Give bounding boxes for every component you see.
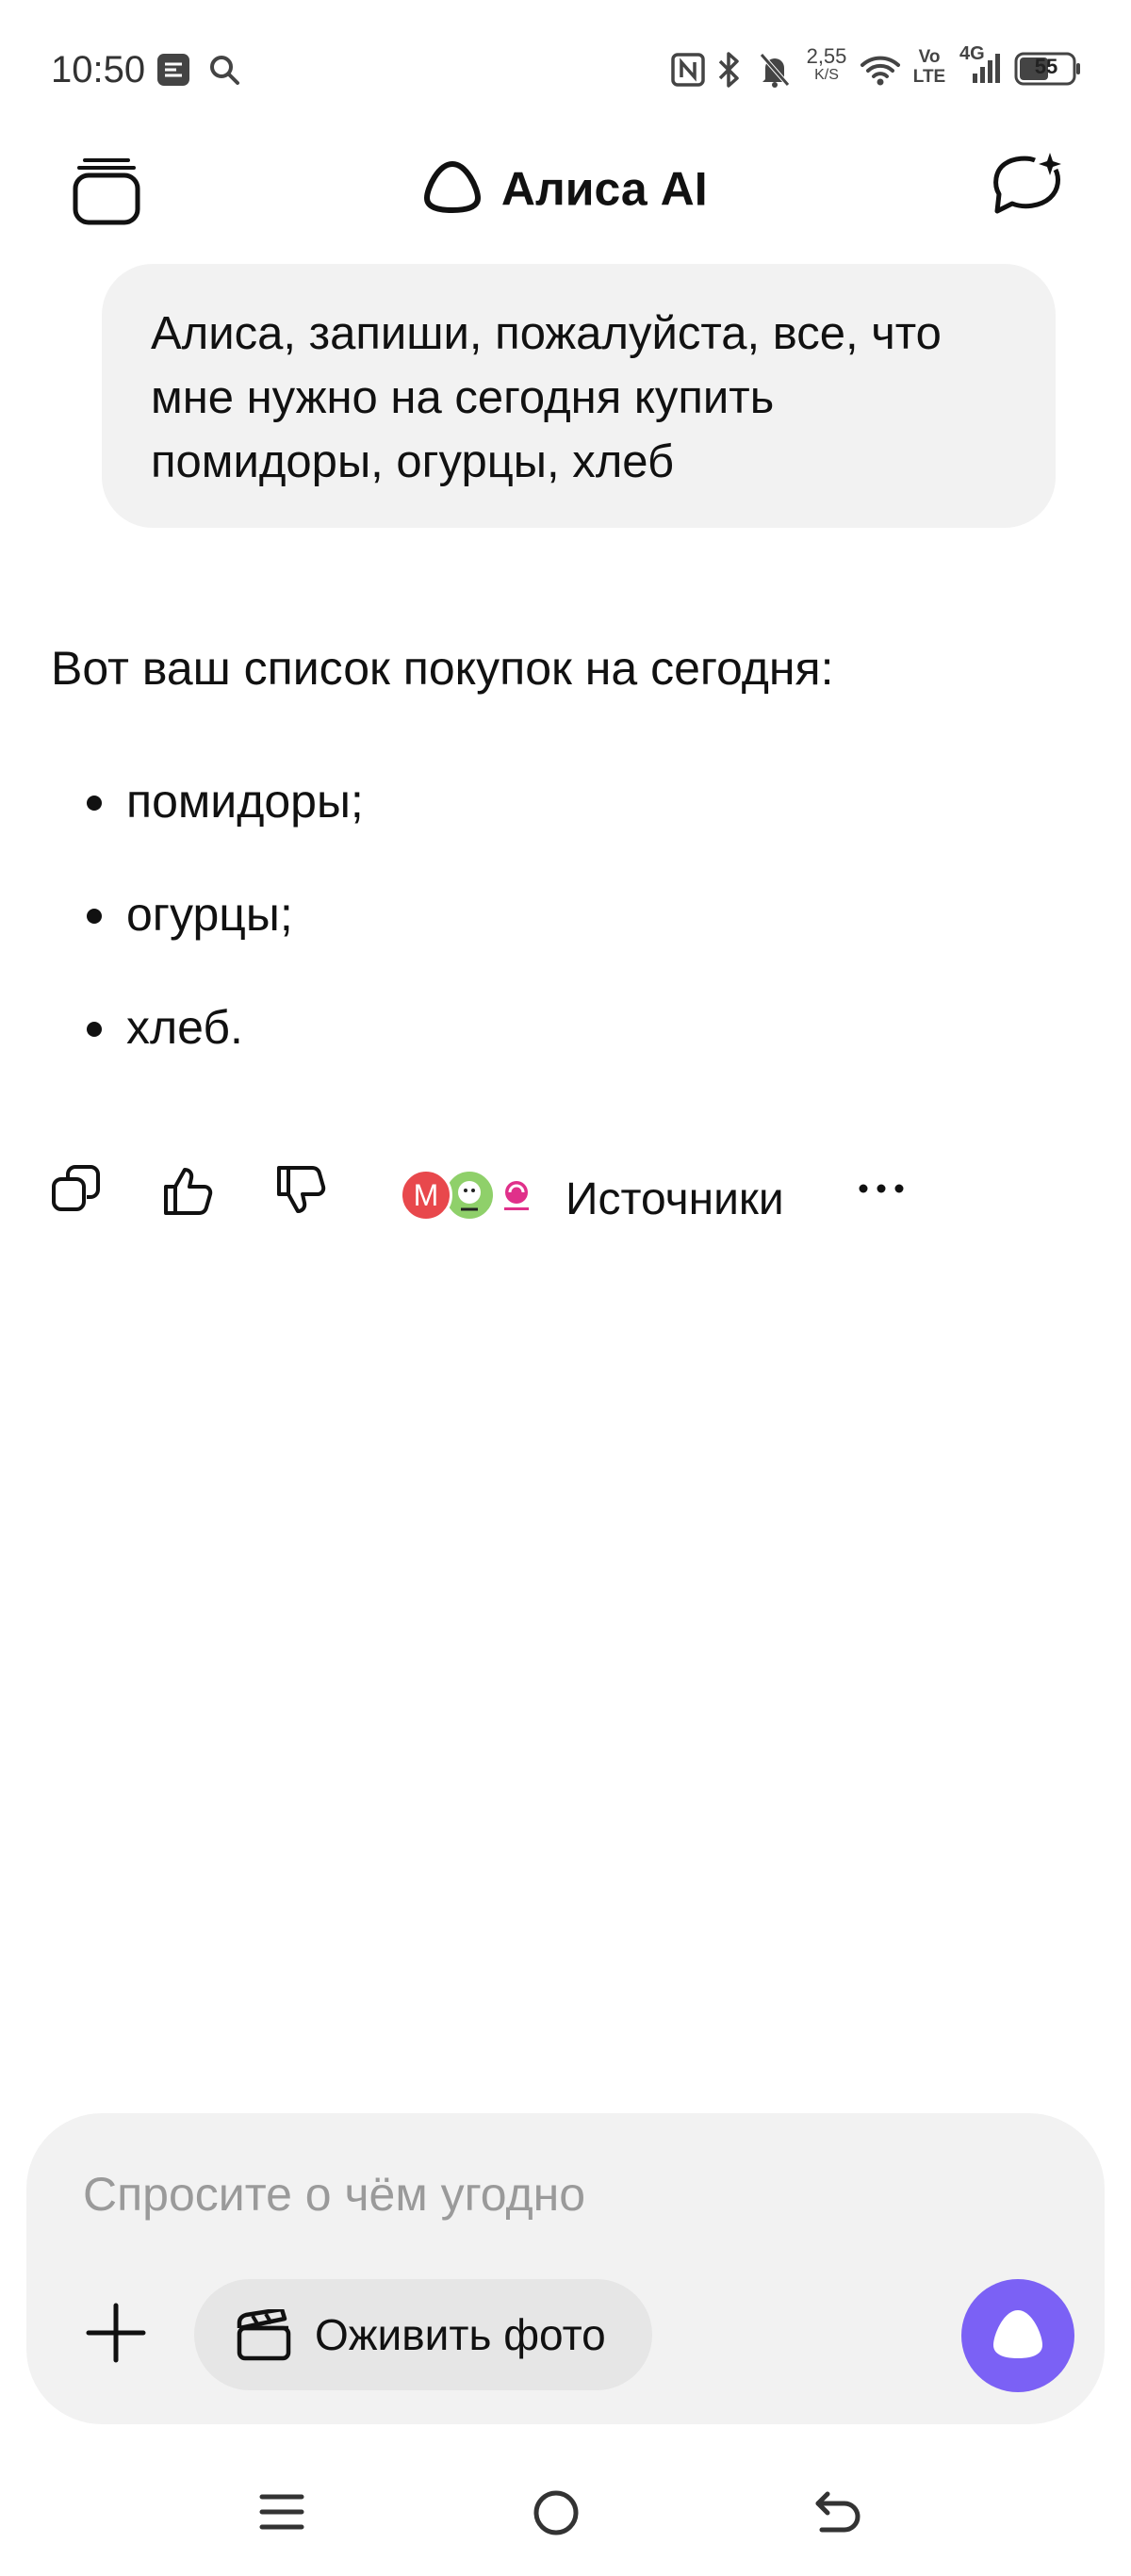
thumbs-up-icon[interactable] — [162, 1164, 215, 1222]
bullet-icon — [87, 909, 102, 924]
animate-photo-button[interactable]: Оживить фото — [194, 2279, 652, 2390]
assistant-intro-text: Вот ваш список покупок на сегодня: — [51, 642, 834, 695]
list-item-text: помидоры; — [126, 775, 364, 828]
thumbs-down-icon[interactable] — [275, 1164, 328, 1222]
animate-photo-label: Оживить фото — [315, 2310, 606, 2359]
bullet-icon — [87, 1022, 102, 1037]
header-title-group: Алиса AI — [0, 160, 1131, 218]
list-item-text: огурцы; — [126, 888, 293, 941]
bullet-icon — [87, 796, 102, 811]
app-screen: 10:50 2,55 K/S Vo LTE 4G 55 Алиса AI Али… — [0, 0, 1131, 2576]
list-item: хлеб. — [51, 999, 364, 1112]
status-time: 10:50 — [51, 49, 146, 90]
source-avatar-1: M — [400, 1169, 452, 1222]
page-title: Алиса AI — [500, 162, 708, 216]
nfc-icon — [671, 53, 705, 91]
bluetooth-icon — [714, 51, 745, 93]
clapperboard-icon — [236, 2306, 292, 2367]
signal-icon — [959, 53, 1001, 90]
net-speed-unit: K/S — [814, 67, 839, 83]
home-icon[interactable] — [532, 2488, 581, 2542]
new-chat-icon[interactable] — [992, 149, 1069, 229]
more-icon[interactable] — [858, 1181, 905, 1201]
volte-bottom: LTE — [912, 67, 946, 87]
add-attachment-icon[interactable] — [83, 2300, 149, 2366]
battery-level: 55 — [1034, 55, 1058, 78]
source-avatar-3 — [490, 1169, 543, 1222]
user-message-text: Алиса, запиши, пожалуйста, все, что мне … — [151, 308, 942, 487]
net-speed-value: 2,55 — [806, 44, 847, 68]
menu-icon[interactable] — [258, 2488, 305, 2540]
search-icon — [207, 53, 241, 91]
system-navbar — [0, 2451, 1131, 2576]
assistant-shopping-list: помидоры; огурцы; хлеб. — [51, 773, 364, 1112]
volte-top: Vo — [918, 47, 941, 67]
alice-voice-button[interactable] — [961, 2279, 1074, 2392]
volte-indicator: Vo LTE — [910, 47, 948, 87]
copy-icon[interactable] — [51, 1164, 102, 1220]
alice-logo-icon — [423, 160, 482, 218]
list-item: помидоры; — [51, 773, 364, 886]
gallery-notification-icon — [156, 53, 190, 91]
message-input[interactable] — [81, 2160, 933, 2228]
message-composer: Оживить фото — [26, 2113, 1105, 2424]
list-item-text: хлеб. — [126, 1001, 243, 1054]
wifi-icon — [860, 53, 901, 91]
user-message-bubble: Алиса, запиши, пожалуйста, все, что мне … — [102, 264, 1056, 528]
message-actions: M Источники — [0, 1155, 1131, 1239]
app-header: Алиса AI — [0, 141, 1131, 236]
status-bar: 10:50 2,55 K/S Vo LTE 4G 55 — [0, 0, 1131, 132]
bell-off-icon — [758, 51, 792, 93]
sources-label: Источники — [566, 1174, 784, 1224]
alice-logo-icon — [993, 2310, 1042, 2358]
list-item: огурцы; — [51, 886, 364, 999]
network-speed: 2,55 K/S — [803, 44, 850, 85]
back-icon[interactable] — [812, 2488, 863, 2542]
